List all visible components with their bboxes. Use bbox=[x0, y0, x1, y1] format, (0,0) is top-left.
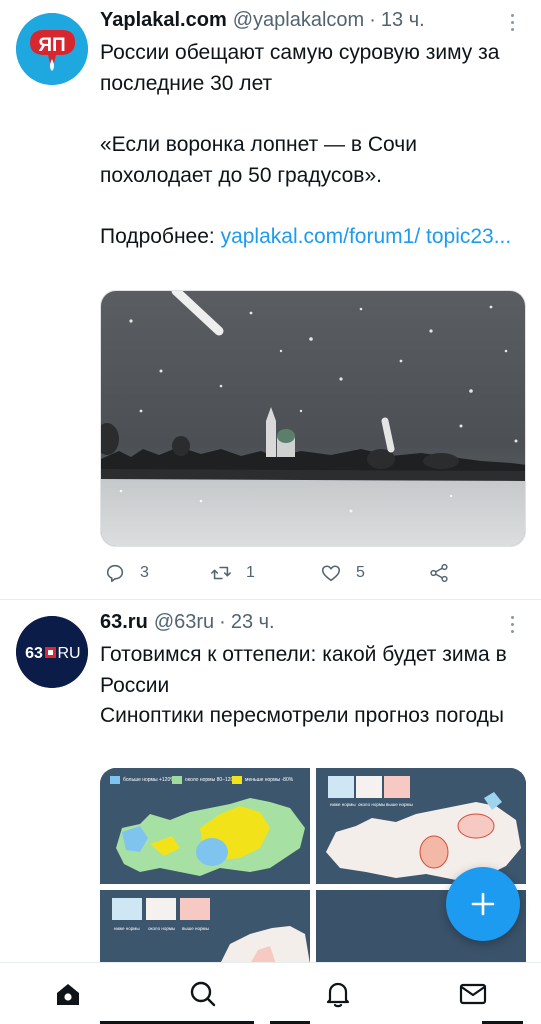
nav-messages[interactable] bbox=[405, 963, 540, 1024]
svg-text:около нормы: около нормы bbox=[148, 926, 175, 931]
svg-text:около нормы 80–120%: около нормы 80–120% bbox=[185, 777, 238, 783]
messages-icon bbox=[459, 983, 486, 1005]
map-temperature-2[interactable]: ниже нормы около нормы выше нормы bbox=[100, 890, 310, 962]
compose-tweet-button[interactable] bbox=[446, 867, 520, 941]
bottom-navigation bbox=[0, 962, 541, 1024]
63ru-logo: 63 RU bbox=[16, 616, 88, 688]
svg-text:меньше нормы -80%: меньше нормы -80% bbox=[245, 777, 294, 783]
nav-home[interactable] bbox=[0, 963, 135, 1024]
author-name[interactable]: Yaplakal.com bbox=[100, 9, 227, 32]
tweet-text-quote: «Если воронка лопнет — в Сочи похолодает… bbox=[100, 133, 417, 187]
svg-text:около нормы: около нормы bbox=[358, 802, 385, 807]
more-options-icon[interactable] bbox=[505, 614, 521, 636]
reply-button[interactable]: 3 bbox=[104, 560, 149, 586]
tweet-header: Yaplakal.com @yaplakalcom · 13 ч. bbox=[100, 9, 425, 37]
map-temperature-1[interactable]: ниже нормы около нормы выше нормы bbox=[316, 768, 526, 884]
nav-notifications[interactable] bbox=[270, 963, 405, 1024]
tweet-link[interactable]: yaplakal.com/forum1/ topic23... bbox=[221, 225, 512, 248]
nav-search[interactable] bbox=[135, 963, 270, 1024]
svg-text:ниже нормы: ниже нормы bbox=[330, 802, 356, 807]
notifications-icon bbox=[326, 982, 349, 1008]
russia-map-image: больше нормы +120% около нормы 80–120% м… bbox=[100, 768, 310, 884]
tweet-text-subtitle: Синоптики пересмотрели прогноз погоды bbox=[100, 704, 505, 727]
svg-text:выше нормы: выше нормы bbox=[386, 802, 413, 807]
like-count: 5 bbox=[356, 564, 365, 581]
author-handle[interactable]: @yaplakalcom bbox=[233, 9, 364, 32]
more-options-icon[interactable] bbox=[505, 12, 521, 34]
svg-text:выше нормы: выше нормы bbox=[182, 926, 209, 931]
tweet-text-headline: России обещают самую суровую зиму за пос… bbox=[100, 41, 500, 95]
tweet-text-headline: Готовимся к оттепели: какой будет зима в… bbox=[100, 643, 507, 697]
author-name[interactable]: 63.ru bbox=[100, 611, 148, 634]
separator-dot: · bbox=[219, 611, 226, 633]
home-icon bbox=[56, 984, 79, 1005]
retweet-count: 1 bbox=[246, 564, 255, 581]
tweet-text-more: Подробнее: yaplakal.com/forum1/ topic23.… bbox=[100, 222, 530, 253]
share-icon bbox=[430, 563, 448, 583]
tweet-photo[interactable] bbox=[100, 290, 526, 547]
svg-text:RU: RU bbox=[57, 645, 80, 662]
timestamp[interactable]: 13 ч. bbox=[381, 9, 425, 32]
svg-text:63: 63 bbox=[25, 645, 43, 662]
map-precipitation[interactable]: больше нормы +120% около нормы 80–120% м… bbox=[100, 768, 310, 884]
author-handle[interactable]: @63ru bbox=[154, 611, 214, 634]
heart-icon bbox=[321, 565, 341, 582]
separator-dot: · bbox=[369, 9, 376, 31]
retweet-button[interactable]: 1 bbox=[210, 560, 255, 586]
reply-count: 3 bbox=[140, 564, 149, 581]
search-icon bbox=[190, 981, 215, 1007]
retweet-icon bbox=[211, 566, 231, 580]
winter-landscape-image bbox=[101, 291, 525, 546]
timestamp[interactable]: 23 ч. bbox=[231, 611, 275, 634]
tweet-header: 63.ru @63ru · 23 ч. bbox=[100, 611, 275, 639]
russia-map-image: ниже нормы около нормы выше нормы bbox=[316, 768, 526, 884]
avatar-yaplakal[interactable]: ЯП bbox=[16, 13, 88, 85]
yaplakal-logo: ЯП bbox=[16, 13, 88, 85]
plus-icon bbox=[471, 892, 495, 916]
tweet-actions: 3 1 5 bbox=[100, 560, 460, 586]
share-button[interactable] bbox=[428, 560, 450, 586]
russia-map-image: ниже нормы около нормы выше нормы bbox=[100, 890, 310, 962]
svg-text:ниже нормы: ниже нормы bbox=[114, 926, 140, 931]
avatar-63ru[interactable]: 63 RU bbox=[16, 616, 88, 688]
more-prefix: Подробнее: bbox=[100, 225, 221, 248]
like-button[interactable]: 5 bbox=[320, 560, 365, 586]
tweet-yaplakal[interactable]: ЯП Yaplakal.com @yaplakalcom · 13 ч. Рос… bbox=[0, 0, 541, 600]
reply-icon bbox=[106, 564, 124, 583]
svg-text:больше нормы +120%: больше нормы +120% bbox=[123, 777, 175, 783]
svg-text:ЯП: ЯП bbox=[38, 35, 65, 56]
